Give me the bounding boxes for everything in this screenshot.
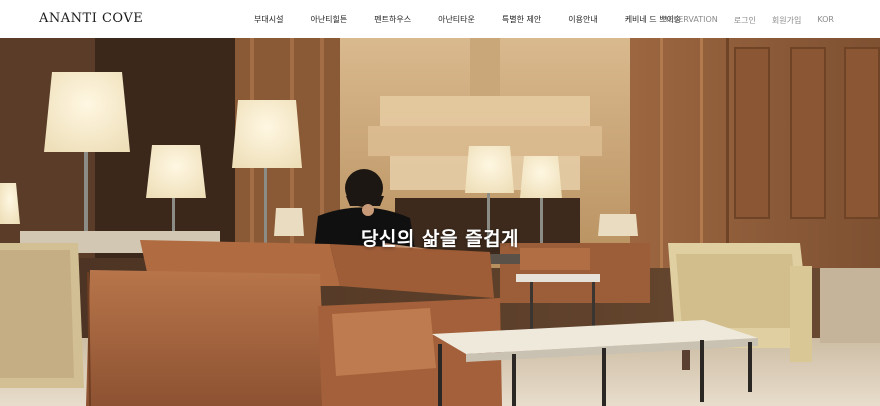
hero-tagline: 당신의 삶을 즐겁게 bbox=[360, 228, 520, 250]
reservation-link[interactable]: RESERVATION bbox=[663, 15, 718, 26]
nav-item-ananti-hilton[interactable]: 아난티힐튼 bbox=[310, 14, 347, 25]
nav-item-penthouse[interactable]: 펜트하우스 bbox=[374, 14, 411, 25]
nav-item-special-offers[interactable]: 특별한 제안 bbox=[502, 14, 541, 25]
nav-item-guide[interactable]: 이용안내 bbox=[568, 14, 597, 25]
nav-item-facilities[interactable]: 부대시설 bbox=[254, 14, 283, 25]
nav-item-ananti-town[interactable]: 아난티타운 bbox=[438, 14, 475, 25]
site-header: ANANTI COVE 부대시설 아난티힐튼 펜트하우스 아난티타운 특별한 제… bbox=[0, 0, 880, 38]
main-nav: 부대시설 아난티힐튼 펜트하우스 아난티타운 특별한 제안 이용안내 케비네 드… bbox=[254, 14, 708, 25]
login-link[interactable]: 로그인 bbox=[734, 15, 756, 26]
utility-nav: RESERVATION 로그인 회원가입 KOR bbox=[647, 15, 834, 26]
hero-banner: 당신의 삶을 즐겁게 bbox=[0, 38, 880, 406]
language-selector[interactable]: KOR bbox=[817, 15, 834, 26]
brand-logo[interactable]: ANANTI COVE bbox=[39, 11, 143, 26]
hero-lounge-illustration bbox=[0, 38, 880, 406]
signup-link[interactable]: 회원가입 bbox=[772, 15, 801, 26]
